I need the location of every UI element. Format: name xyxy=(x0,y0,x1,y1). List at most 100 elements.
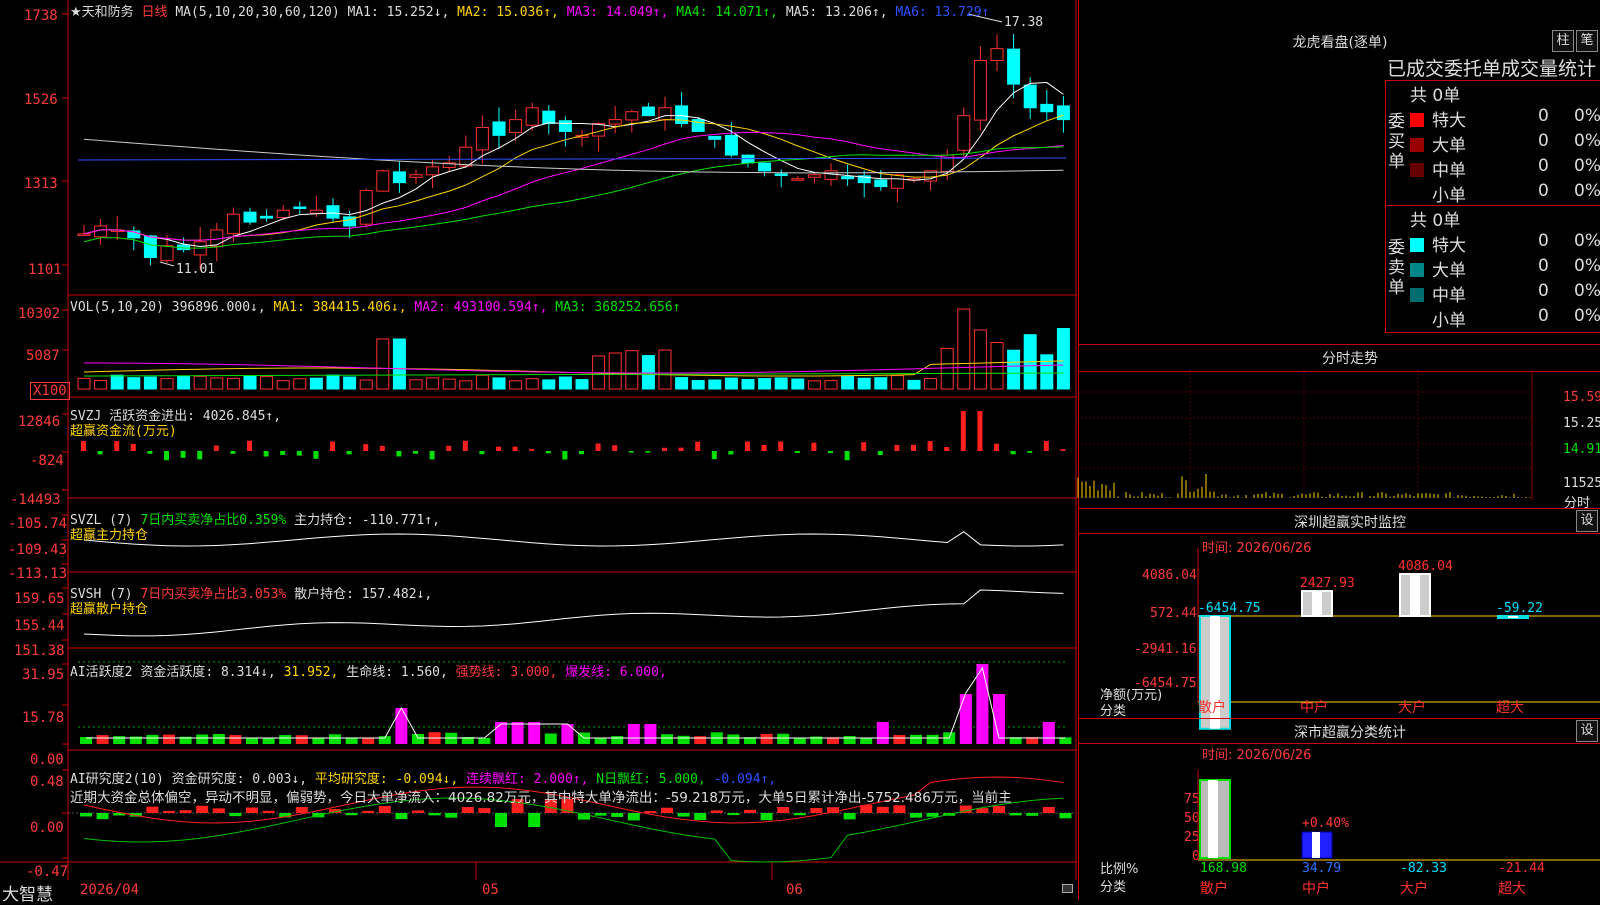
svzl-ratio: 7日内买卖净占比0.359% xyxy=(140,513,287,528)
ai-active-y-tick: 0.00 xyxy=(30,752,64,768)
ai-research-bar xyxy=(627,813,640,821)
svzj-bar xyxy=(379,445,385,451)
ai-research-bar xyxy=(611,813,624,817)
ma6-line xyxy=(77,157,1067,161)
svzl-line xyxy=(83,531,1064,547)
ai-active-bar xyxy=(777,733,790,744)
ai-active-bar xyxy=(478,737,491,744)
sz-class-time: 时间: 2026/06/26 xyxy=(1202,748,1312,763)
svzj-bar xyxy=(628,451,634,453)
ai-life-line: 生命线: 1.560, xyxy=(346,665,448,680)
ai-research-avg: 平均研究度: -0.094↓, xyxy=(314,772,459,787)
ai-research-bar xyxy=(843,813,856,820)
svzj-bar xyxy=(927,441,933,451)
svzl-y-tick: -109.43 xyxy=(8,542,68,558)
svzj-bar xyxy=(678,447,684,451)
intraday-title: 分时走势 xyxy=(1322,351,1378,367)
ai-research-y-tick: -0.47 xyxy=(26,864,69,880)
svzj-bar xyxy=(562,451,568,460)
sz-class-settings-button[interactable]: 设 xyxy=(1576,720,1598,742)
volume-bar xyxy=(127,377,141,390)
volume-bar xyxy=(326,374,340,390)
ai-research-bar xyxy=(378,806,391,813)
ai-research-bar xyxy=(694,813,707,821)
volume-bar xyxy=(758,378,772,390)
volume-bar xyxy=(392,338,406,390)
volume-bar xyxy=(143,376,157,390)
chart-area[interactable] xyxy=(0,0,1077,900)
volume-bar xyxy=(442,378,456,390)
ai-active-bar xyxy=(793,737,806,744)
sz-monitor-settings-button[interactable]: 设 xyxy=(1576,510,1598,532)
volume-bar xyxy=(824,380,838,390)
ai-active-bar xyxy=(196,734,209,744)
vol-y-tick: 5087 xyxy=(26,348,60,364)
candle-body xyxy=(359,190,373,225)
svsh-y-tick: 155.44 xyxy=(14,618,65,634)
svzj-bar xyxy=(1010,451,1016,455)
vol-label: VOL(5,10,20) xyxy=(70,300,164,315)
ma2-value: MA2: 15.036↑, xyxy=(457,5,559,20)
volume-bar xyxy=(774,377,788,390)
ai-active-label: AI活跃度2 xyxy=(70,665,133,680)
vol-ma2: MA2: 493100.594↑, xyxy=(414,300,548,315)
ai-active-header: AI活跃度2 资金活跃度: 8.314↓, 31.952, 生命线: 1.560… xyxy=(70,661,667,680)
volume-bar xyxy=(492,377,506,390)
sell-row-count: 0 xyxy=(1538,256,1549,276)
svzj-bar xyxy=(1060,449,1066,451)
ai-active-bar xyxy=(528,722,541,744)
main-chart-header: ★天和防务 日线 MA(5,10,20,30,60,120) MA1: 15.2… xyxy=(70,1,989,20)
candle-body xyxy=(260,215,274,219)
volume-bar xyxy=(509,380,523,390)
svzj-bar xyxy=(413,451,418,454)
svzj-bar xyxy=(595,443,601,451)
volume-bar xyxy=(475,374,489,390)
volume-bar xyxy=(658,349,672,390)
ai-research-bar xyxy=(295,807,308,813)
ma3-value: MA3: 14.049↑, xyxy=(566,5,669,20)
volume-bar xyxy=(575,379,589,390)
volume-bar xyxy=(260,376,274,390)
candle-body xyxy=(542,110,556,125)
candle-body xyxy=(1056,105,1070,121)
sz-class-y-tick: 0 xyxy=(1192,849,1200,864)
main-y-tick: 1526 xyxy=(24,92,58,108)
vol-ma1: MA1: 384415.406↓, xyxy=(273,300,407,315)
list-view-button[interactable]: 笔 xyxy=(1576,30,1598,52)
bar-view-button[interactable]: 柱 xyxy=(1552,30,1574,52)
candle-body xyxy=(276,209,290,219)
svzl-subtitle: 超赢主力持仓 xyxy=(70,528,149,543)
svzj-subtitle: 超赢资金流(万元) xyxy=(70,424,177,439)
svzj-bar xyxy=(197,451,203,460)
sz-class-y-tick: 50 xyxy=(1184,811,1200,826)
period-label[interactable]: 日线 xyxy=(141,5,167,20)
buy-side-label: 委买单 xyxy=(1388,112,1405,172)
svsh-value: 散户持仓: 157.482↓, xyxy=(294,587,433,602)
sz-monitor-y-tick: 4086.04 xyxy=(1142,568,1197,583)
chart-canvas[interactable] xyxy=(0,0,1077,900)
svzj-bar xyxy=(213,445,219,451)
ai-research-header: AI研究度2(10) 资金研究度: 0.003↓, 平均研究度: -0.094↓… xyxy=(70,768,776,787)
volume-bar xyxy=(243,375,257,390)
svzj-bar xyxy=(711,451,717,460)
svzj-bar xyxy=(579,451,584,455)
stock-name[interactable]: ★天和防务 xyxy=(70,5,134,20)
main-y-tick: 1101 xyxy=(28,262,62,278)
svzj-bar xyxy=(894,444,900,451)
volume-bar xyxy=(625,350,639,390)
ai-active-bar xyxy=(976,664,989,744)
candle-body xyxy=(226,213,240,235)
ai-research-bar xyxy=(644,810,657,813)
candle-body xyxy=(1023,84,1037,109)
svzj-bar xyxy=(446,445,452,451)
svzj-bar xyxy=(346,451,352,455)
svzj-bar xyxy=(479,451,485,455)
volume-bar xyxy=(741,378,755,390)
svzj-bar xyxy=(994,443,999,451)
volume-bar xyxy=(691,379,705,390)
candle-body xyxy=(309,209,323,214)
sz-class-bar-tag: +0.40% xyxy=(1302,816,1349,831)
buy-total: 共 0单 xyxy=(1410,86,1461,106)
candle-body xyxy=(326,205,340,219)
ai-research-bar xyxy=(196,805,209,813)
